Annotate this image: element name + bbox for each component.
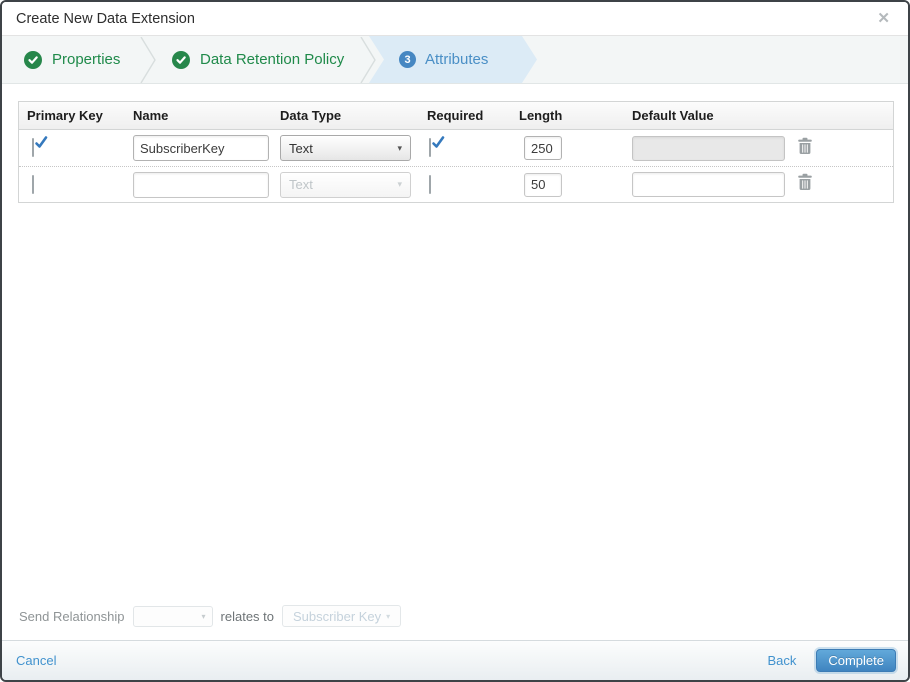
name-input[interactable] — [133, 171, 269, 198]
required-checkbox — [429, 136, 445, 157]
send-relationship-select: ▾ — [132, 605, 213, 627]
complete-button[interactable]: Complete — [816, 649, 896, 672]
required-checkbox[interactable] — [429, 174, 431, 194]
step-divider-chevron-icon — [140, 37, 156, 83]
create-data-extension-modal: Create New Data Extension ✕ Properties D… — [0, 0, 910, 682]
close-icon[interactable]: ✕ — [873, 9, 894, 28]
length-input[interactable] — [524, 172, 562, 197]
default-value-input — [632, 135, 785, 161]
step-number-badge: 3 — [399, 51, 416, 68]
default-value-input[interactable] — [632, 172, 785, 197]
back-link[interactable]: Back — [767, 653, 796, 668]
wizard-step-data-retention-policy[interactable]: Data Retention Policy — [172, 36, 344, 83]
column-header-name: Name — [133, 108, 169, 123]
data-type-select[interactable]: Text ▾ — [280, 135, 411, 161]
relates-to-label: relates to — [220, 608, 275, 624]
column-header-required: Required — [427, 108, 484, 123]
primary-key-checkbox[interactable] — [32, 174, 34, 194]
delete-row-button[interactable] — [796, 137, 814, 155]
table-row: Text ▾ — [19, 130, 893, 167]
send-relationship-label: Send Relationship — [19, 608, 125, 624]
modal-title: Create New Data Extension — [16, 10, 195, 27]
column-header-default-value: Default Value — [632, 108, 714, 123]
table-row: Text ▾ — [19, 167, 893, 202]
attributes-table: Primary Key Name Data Type Required Leng… — [18, 101, 894, 203]
data-type-value: Text — [289, 140, 313, 156]
step-label: Data Retention Policy — [200, 51, 345, 68]
chevron-down-icon: ▾ — [201, 611, 206, 621]
primary-key-checkbox[interactable] — [32, 136, 48, 157]
chevron-down-icon: ▾ — [386, 611, 391, 621]
data-type-select: Text ▾ — [280, 171, 411, 198]
send-relationship-row: Send Relationship ▾ relates to Subscribe… — [19, 605, 402, 627]
step-complete-check-icon — [172, 50, 190, 69]
step-label: Attributes — [425, 51, 489, 68]
subscriber-key-dropdown: Subscriber Key ▾ — [282, 605, 402, 627]
wizard-steps: Properties Data Retention Policy 3 Attri… — [2, 36, 908, 84]
cancel-link[interactable]: Cancel — [16, 653, 56, 668]
column-header-length: Length — [519, 108, 563, 123]
modal-titlebar: Create New Data Extension ✕ — [2, 2, 908, 36]
modal-footer: Cancel Back Complete — [2, 640, 908, 680]
chevron-down-icon: ▾ — [397, 179, 402, 189]
data-type-value: Text — [289, 177, 313, 192]
subscriber-key-value: Subscriber Key — [293, 608, 382, 624]
wizard-step-attributes[interactable]: 3 Attributes — [369, 36, 537, 83]
trash-icon — [798, 173, 812, 190]
length-input[interactable] — [524, 136, 562, 160]
step-complete-check-icon — [24, 50, 42, 69]
delete-row-button[interactable] — [796, 173, 814, 191]
trash-icon — [798, 137, 812, 154]
step-label: Properties — [52, 51, 121, 68]
wizard-step-properties[interactable]: Properties — [2, 36, 120, 83]
column-header-data-type: Data Type — [280, 108, 342, 123]
column-header-primary-key: Primary Key — [27, 108, 103, 123]
name-input[interactable] — [133, 135, 269, 161]
table-header-row: Primary Key Name Data Type Required Leng… — [19, 102, 893, 130]
chevron-down-icon: ▾ — [397, 142, 402, 153]
